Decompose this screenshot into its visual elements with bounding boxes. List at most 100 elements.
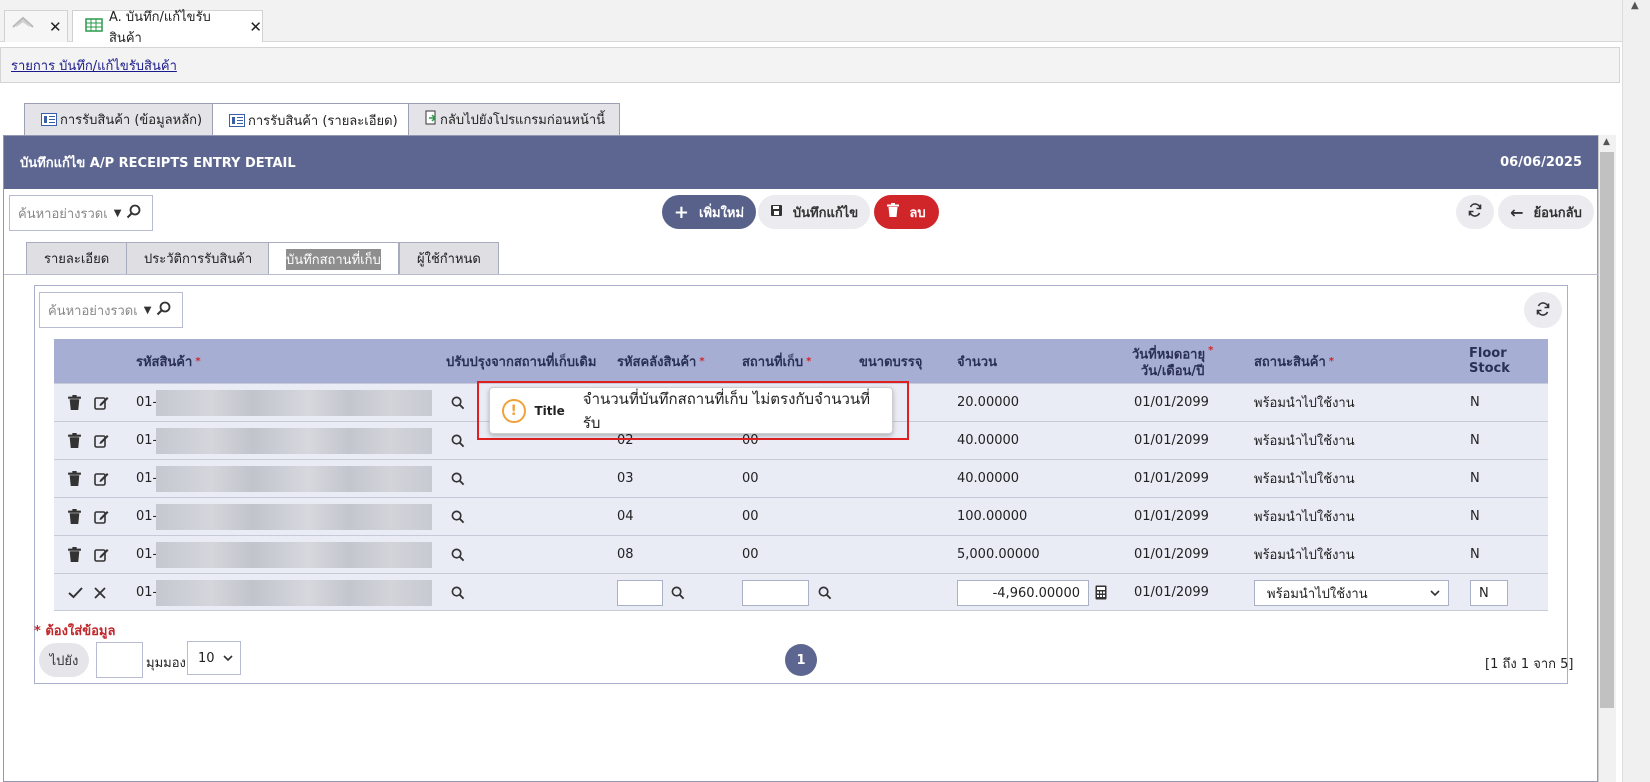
exit-icon [425,110,437,129]
caret-down-icon[interactable]: ▼ [114,208,122,219]
breadcrumb: รายการ บันทึก/แก้ไขรับสินค้า [0,47,1620,83]
trash-icon[interactable] [68,422,81,459]
alert-toast[interactable]: ! Title จำนวนที่บันทึกสถานที่เก็บ ไม่ตรง… [489,387,893,434]
floor-stock-input[interactable]: N [1470,580,1508,606]
quick-search[interactable]: ค้นหาอย่างรวดเ ▼ [9,195,153,231]
panel-scroll-thumb[interactable] [1600,152,1614,708]
home-tab[interactable]: ✕ [4,10,68,42]
cancel-icon[interactable] [94,574,106,611]
col-status[interactable]: สถานะสินค้า * [1254,339,1334,383]
product-code-cell: 01- [136,395,158,410]
quantity-cell: 5,000.00000 [957,547,1040,562]
scroll-up-icon[interactable]: ▲ [1603,137,1610,147]
trash-icon[interactable] [68,536,81,573]
tab-storage-locations[interactable]: บันทึกสถานที่เก็บ [268,242,399,275]
confirm-icon[interactable] [68,574,83,611]
trash-icon [887,203,900,221]
edit-icon[interactable] [94,422,109,459]
breadcrumb-link[interactable]: รายการ บันทึก/แก้ไขรับสินค้า [11,55,177,76]
redacted-product-name [156,542,432,568]
calculator-icon[interactable] [1095,574,1107,611]
search-icon[interactable] [451,384,465,421]
tab-receipt-history[interactable]: ประวัติการรับสินค้า [126,242,271,274]
quantity-input[interactable]: -4,960.00000 [957,580,1089,606]
tab-user-defined[interactable]: ผู้ใช้กำหนด [399,242,499,274]
page-title: บันทึกแก้ไข A/P RECEIPTS ENTRY DETAIL [20,156,296,171]
add-button[interactable]: + เพิ่มใหม่ [662,195,756,229]
trash-icon[interactable] [68,384,81,421]
tab-details[interactable]: รายละเอียด [26,242,128,274]
goto-page-input[interactable] [96,642,143,678]
view-label: มุมมอง [146,656,186,671]
search-icon[interactable] [126,204,141,223]
back-button[interactable]: ← ย้อนกลับ [1498,195,1594,229]
goto-button[interactable]: ไปยัง [39,643,89,677]
table-row[interactable]: 01- 03 00 40.00000 01/01/2099 พร้อมนำไปใ… [54,459,1548,497]
edit-icon[interactable] [94,498,109,535]
grid-search-input[interactable]: ค้นหาอย่างรวดเ [48,300,138,321]
search-input[interactable]: ค้นหาอย่างรวดเ [18,203,108,224]
search-icon[interactable] [451,574,465,611]
edit-icon[interactable] [94,460,109,497]
col-location[interactable]: สถานที่เก็บ * [742,339,811,383]
warehouse-search-icon[interactable] [671,574,685,611]
warehouse-input[interactable] [617,580,663,606]
col-quantity[interactable]: จำนวน [957,339,997,383]
warehouse-cell: 08 [617,547,634,562]
page-size-select[interactable]: 10 [187,641,241,675]
refresh-button[interactable] [1456,195,1494,229]
chevron-down-icon [1430,586,1440,601]
delete-button[interactable]: ลบ [874,195,939,229]
close-icon[interactable]: ✕ [49,18,62,36]
floor-stock-cell: N [1470,547,1480,562]
trash-icon[interactable] [68,460,81,497]
close-icon[interactable]: ✕ [249,18,262,36]
col-floor-stock[interactable]: Floor Stock [1469,339,1548,383]
col-adjust-from[interactable]: ปรับปรุงจากสถานที่เก็บเดิม [446,339,596,383]
plus-icon: + [673,201,689,223]
alert-title: Title [534,403,565,418]
alert-message: จำนวนที่บันทึกสถานที่เก็บ ไม่ตรงกับจำนวน… [582,389,871,432]
program-tab[interactable]: A. บันทึก/แก้ไขรับสินค้า ✕ [72,10,263,46]
required-note: * ต้องใส่ข้อมูล [34,624,116,639]
location-search-icon[interactable] [818,574,832,611]
program-tab-label: A. บันทึก/แก้ไขรับสินค้า [109,9,211,46]
tab-go-back-program[interactable]: กลับไปยังโปรแกรมก่อนหน้านี้ [408,103,621,135]
col-warehouse[interactable]: รหัสคลังสินค้า * [617,339,705,383]
edit-icon[interactable] [94,536,109,573]
tab-receipt-header[interactable]: การรับสินค้า (ข้อมูลหลัก) [24,103,218,135]
search-icon[interactable] [451,498,465,535]
search-icon[interactable] [451,536,465,573]
grid-quick-search[interactable]: ค้นหาอย่างรวดเ ▼ [39,292,183,328]
location-input[interactable] [742,580,809,606]
grid-header: รหัสสินค้า * ปรับปรุงจากสถานที่เก็บเดิม ร… [54,339,1548,383]
scroll-up-icon[interactable]: ▲ [1631,0,1639,11]
grid-refresh-button[interactable] [1524,292,1562,328]
expiry-cell: 01/01/2099 [1134,471,1209,486]
status-select[interactable]: พร้อมนำไปใช้งาน [1254,580,1449,606]
home-icon[interactable] [11,16,35,38]
col-product-code[interactable]: รหัสสินค้า * [136,339,201,383]
search-icon[interactable] [451,422,465,459]
edit-icon[interactable] [94,384,109,421]
search-icon[interactable] [156,301,171,320]
header-date: 06/06/2025 [1500,155,1582,170]
col-expiry[interactable]: วันที่หมดอายุ * วัน/เดือน/ปี [1132,339,1213,383]
table-row[interactable]: 01- 08 00 5,000.00000 01/01/2099 พร้อมนำ… [54,535,1548,573]
caret-down-icon[interactable]: ▼ [144,305,152,316]
window-scrollbar[interactable]: ▲ [1622,0,1650,782]
page-number[interactable]: 1 [785,644,817,676]
status-cell: พร้อมนำไปใช้งาน [1254,548,1355,563]
header-bar: บันทึกแก้ไข A/P RECEIPTS ENTRY DETAIL 06… [4,136,1598,189]
tab-receipt-detail[interactable]: การรับสินค้า (รายละเอียด) [212,103,413,136]
col-pack-size[interactable]: ขนาดบรรจุ [859,339,922,383]
spreadsheet-icon [85,17,103,36]
expiry-cell: 01/01/2099 [1134,509,1209,524]
table-row[interactable]: 01- 04 00 100.00000 01/01/2099 พร้อมนำไป… [54,497,1548,535]
edit-row[interactable]: 01- -4,960.00000 01/01/2099 พร้อมนำไปใช้… [54,573,1548,611]
save-button[interactable]: บันทึกแก้ไข [758,195,870,229]
search-icon[interactable] [451,460,465,497]
trash-icon[interactable] [68,498,81,535]
quantity-cell: 40.00000 [957,471,1020,486]
floor-stock-cell: N [1470,395,1480,410]
